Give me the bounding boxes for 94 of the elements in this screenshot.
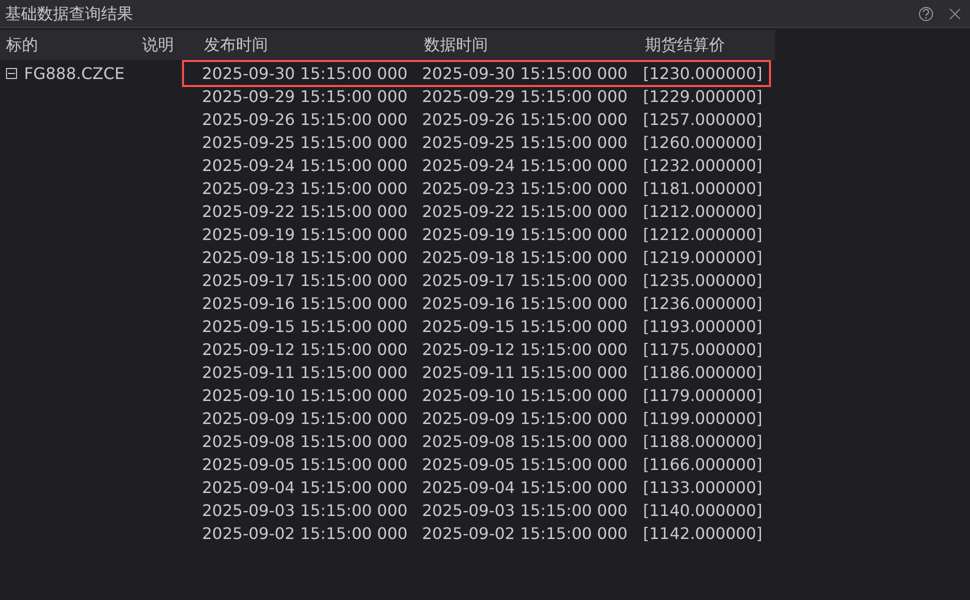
data-time-cell-text: 2025-09-15 15:15:00 000 <box>422 316 629 338</box>
publish-time-cell-text: 2025-09-08 15:15:00 000 <box>202 430 409 452</box>
help-icon[interactable] <box>919 6 933 20</box>
data-row[interactable]: 2025-09-25 15:15:00 000 2025-09-25 15:15:00 000 [1260.000000] <box>184 131 769 154</box>
publish-time-cell-text: 2025-09-26 15:15:00 000 <box>202 108 409 130</box>
price-cell-text: [1229.000000] <box>643 86 762 108</box>
data-time-cell-text: 2025-09-17 15:15:00 000 <box>422 270 629 292</box>
data-row[interactable]: 2025-09-18 15:15:00 000 2025-09-18 15:15:00 000 [1219.000000] <box>184 246 769 269</box>
data-time-cell-text: 2025-09-04 15:15:00 000 <box>422 476 629 498</box>
data-row[interactable]: 2025-09-29 15:15:00 000 2025-09-29 15:15:00 000 [1229.000000] <box>184 85 769 108</box>
data-time-cell-text: 2025-09-26 15:15:00 000 <box>422 108 629 130</box>
publish-time-cell-text: 2025-09-22 15:15:00 000 <box>202 200 409 222</box>
data-time-cell-text: 2025-09-16 15:15:00 000 <box>422 292 629 314</box>
publish-time-cell-text: 2025-09-24 15:15:00 000 <box>202 154 409 176</box>
price-cell-text: [1232.000000] <box>643 154 762 176</box>
publish-time-cell-text: 2025-09-19 15:15:00 000 <box>202 224 409 246</box>
publish-time-cell-text: 2025-09-18 15:15:00 000 <box>202 246 409 268</box>
data-row[interactable]: 2025-09-15 15:15:00 000 2025-09-15 15:15:00 000 [1193.000000] <box>184 315 769 338</box>
data-time-cell-text: 2025-09-11 15:15:00 000 <box>422 362 629 384</box>
data-time-cell-text: 2025-09-25 15:15:00 000 <box>422 132 629 154</box>
data-row[interactable]: 2025-09-03 15:15:00 000 2025-09-03 15:15:00 000 [1140.000000] <box>184 499 769 522</box>
publish-time-cell-text: 2025-09-16 15:15:00 000 <box>202 292 409 314</box>
publish-time-cell-text: 2025-09-17 15:15:00 000 <box>202 270 409 292</box>
data-row[interactable]: 2025-09-12 15:15:00 000 2025-09-12 15:15:00 000 [1175.000000] <box>184 338 769 361</box>
publish-time-cell-text: 2025-09-30 15:15:00 000 <box>202 62 409 84</box>
data-row[interactable]: 2025-09-30 15:15:00 000 2025-09-30 15:15:00 000 [1230.000000] <box>184 62 769 85</box>
publish-time-cell-text: 2025-09-12 15:15:00 000 <box>202 338 409 360</box>
data-row[interactable]: 2025-09-19 15:15:00 000 2025-09-19 15:15:00 000 [1212.000000] <box>184 223 769 246</box>
publish-time-cell-text: 2025-09-03 15:15:00 000 <box>202 500 409 522</box>
publish-time-cell-text: 2025-09-09 15:15:00 000 <box>202 408 409 430</box>
data-row[interactable]: 2025-09-16 15:15:00 000 2025-09-16 15:15:00 000 [1236.000000] <box>184 292 769 315</box>
publish-time-cell-text: 2025-09-05 15:15:00 000 <box>202 454 409 476</box>
price-cell-text: [1219.000000] <box>643 246 762 268</box>
data-row[interactable]: 2025-09-11 15:15:00 000 2025-09-11 15:15:00 000 [1186.000000] <box>184 361 769 384</box>
data-row[interactable]: 2025-09-08 15:15:00 000 2025-09-08 15:15:00 000 [1188.000000] <box>184 430 769 453</box>
column-header[interactable]: 标的 <box>0 33 136 57</box>
data-row[interactable]: 2025-09-04 15:15:00 000 2025-09-04 15:15:00 000 [1133.000000] <box>184 476 769 499</box>
data-time-cell-text: 2025-09-19 15:15:00 000 <box>422 224 629 246</box>
column-header[interactable]: 发布时间 <box>198 33 418 57</box>
price-cell-text: [1186.000000] <box>643 362 762 384</box>
data-row[interactable]: 2025-09-02 15:15:00 000 2025-09-02 15:15:00 000 [1142.000000] <box>184 522 769 545</box>
price-cell-text: [1175.000000] <box>643 338 762 360</box>
publish-time-cell-text: 2025-09-11 15:15:00 000 <box>202 362 409 384</box>
data-time-cell-text: 2025-09-23 15:15:00 000 <box>422 178 629 200</box>
window-title: 基础数据查询结果 <box>5 2 134 24</box>
price-cell-text: [1212.000000] <box>643 224 762 246</box>
data-row[interactable]: 2025-09-22 15:15:00 000 2025-09-22 15:15:00 000 [1212.000000] <box>184 200 769 223</box>
data-time-cell-text: 2025-09-30 15:15:00 000 <box>422 62 629 84</box>
price-cell-text: [1235.000000] <box>643 270 762 292</box>
data-row[interactable]: 2025-09-24 15:15:00 000 2025-09-24 15:15:00 000 [1232.000000] <box>184 154 769 177</box>
price-cell-text: [1140.000000] <box>643 500 762 522</box>
data-row[interactable]: 2025-09-23 15:15:00 000 2025-09-23 15:15:00 000 [1181.000000] <box>184 177 769 200</box>
tree-node-label[interactable]: FG888.CZCE <box>24 62 125 86</box>
data-row[interactable]: 2025-09-17 15:15:00 000 2025-09-17 15:15:00 000 [1235.000000] <box>184 269 769 292</box>
collapse-icon[interactable] <box>6 68 17 79</box>
data-row[interactable]: 2025-09-09 15:15:00 000 2025-09-09 15:15:00 000 [1199.000000] <box>184 407 769 430</box>
publish-time-cell-text: 2025-09-25 15:15:00 000 <box>202 132 409 154</box>
price-cell-text: [1142.000000] <box>643 522 762 544</box>
data-time-cell-text: 2025-09-18 15:15:00 000 <box>422 246 629 268</box>
price-cell-text: [1199.000000] <box>643 408 762 430</box>
column-header[interactable]: 说明 <box>136 33 198 57</box>
data-time-cell-text: 2025-09-09 15:15:00 000 <box>422 408 629 430</box>
price-cell-text: [1230.000000] <box>643 62 762 84</box>
publish-time-cell-text: 2025-09-02 15:15:00 000 <box>202 522 409 544</box>
data-row[interactable]: 2025-09-26 15:15:00 000 2025-09-26 15:15:00 000 [1257.000000] <box>184 108 769 131</box>
column-header[interactable]: 数据时间 <box>418 33 639 57</box>
price-cell-text: [1188.000000] <box>643 430 762 452</box>
price-cell-text: [1193.000000] <box>643 316 762 338</box>
data-time-cell-text: 2025-09-22 15:15:00 000 <box>422 200 629 222</box>
price-cell-text: [1181.000000] <box>643 178 762 200</box>
data-time-cell-text: 2025-09-08 15:15:00 000 <box>422 430 629 452</box>
price-cell-text: [1257.000000] <box>643 108 762 130</box>
publish-time-cell-text: 2025-09-04 15:15:00 000 <box>202 476 409 498</box>
price-cell-text: [1166.000000] <box>643 454 762 476</box>
column-header[interactable]: 期货结算价 <box>639 33 775 57</box>
data-time-cell-text: 2025-09-02 15:15:00 000 <box>422 522 629 544</box>
price-cell-text: [1179.000000] <box>643 384 762 406</box>
price-cell-text: [1212.000000] <box>643 200 762 222</box>
data-time-cell-text: 2025-09-29 15:15:00 000 <box>422 86 629 108</box>
price-cell-text: [1260.000000] <box>643 132 762 154</box>
data-time-cell-text: 2025-09-03 15:15:00 000 <box>422 500 629 522</box>
data-time-cell-text: 2025-09-05 15:15:00 000 <box>422 454 629 476</box>
price-cell-text: [1236.000000] <box>643 292 762 314</box>
data-time-cell-text: 2025-09-10 15:15:00 000 <box>422 384 629 406</box>
publish-time-cell-text: 2025-09-23 15:15:00 000 <box>202 178 409 200</box>
data-time-cell-text: 2025-09-12 15:15:00 000 <box>422 338 629 360</box>
publish-time-cell-text: 2025-09-29 15:15:00 000 <box>202 86 409 108</box>
data-row[interactable]: 2025-09-10 15:15:00 000 2025-09-10 15:15:00 000 [1179.000000] <box>184 384 769 407</box>
publish-time-cell-text: 2025-09-10 15:15:00 000 <box>202 384 409 406</box>
price-cell-text: [1133.000000] <box>643 476 762 498</box>
close-icon[interactable] <box>949 8 961 20</box>
data-time-cell-text: 2025-09-24 15:15:00 000 <box>422 154 629 176</box>
publish-time-cell-text: 2025-09-15 15:15:00 000 <box>202 316 409 338</box>
data-row[interactable]: 2025-09-05 15:15:00 000 2025-09-05 15:15:00 000 [1166.000000] <box>184 453 769 476</box>
